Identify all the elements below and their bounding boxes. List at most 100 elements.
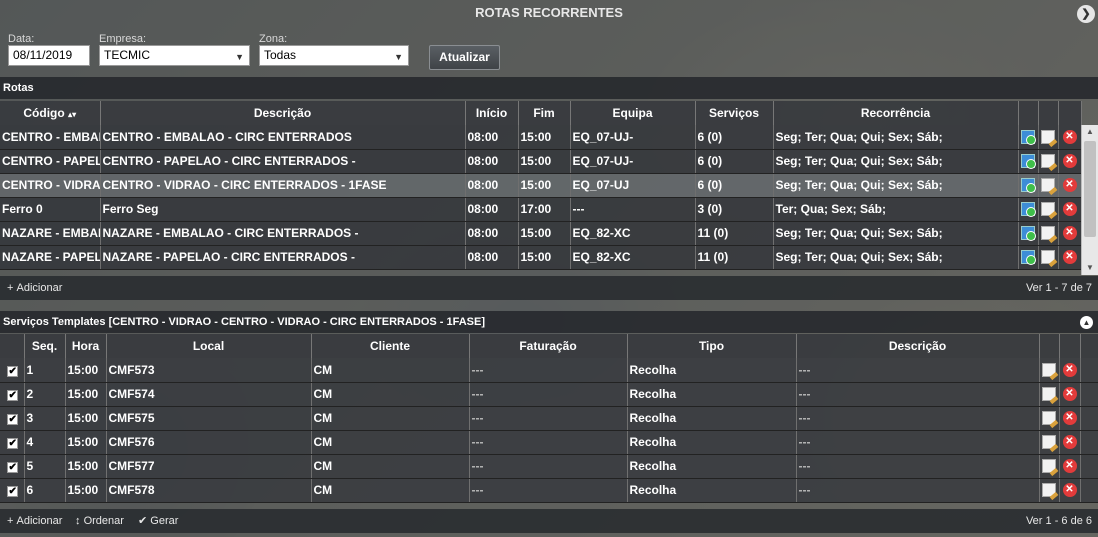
schedule-action[interactable] [1018,245,1039,270]
edit-icon[interactable] [1042,387,1056,402]
delete-icon[interactable]: ✕ [1062,226,1077,241]
edit-icon[interactable] [1041,154,1055,169]
row-checkbox[interactable]: ✔ [7,365,19,377]
row-checkbox-cell[interactable]: ✔ [0,430,25,455]
edit-action[interactable] [1038,149,1059,174]
edit-action[interactable] [1038,125,1059,150]
col-svc-description[interactable]: Descrição [796,334,1040,358]
schedule-action[interactable] [1018,173,1039,198]
edit-action[interactable] [1039,454,1060,479]
delete-icon[interactable]: ✕ [1062,483,1077,498]
row-checkbox[interactable]: ✔ [7,486,19,497]
delete-icon[interactable]: ✕ [1062,387,1077,402]
edit-action[interactable] [1039,358,1060,383]
edit-icon[interactable] [1042,459,1056,474]
edit-icon[interactable] [1042,363,1056,378]
table-row[interactable]: CENTRO - PAPELAO CENTRO - PAPELAO - CIRC… [0,149,1082,174]
delete-icon[interactable]: ✕ [1062,130,1077,145]
delete-action[interactable]: ✕ [1058,149,1082,174]
edit-action[interactable] [1038,197,1059,222]
row-checkbox-cell[interactable]: ✔ [0,406,25,431]
table-row[interactable]: Ferro 0 Ferro Seg 08:00 17:00 --- 3 (0) … [0,197,1082,222]
schedule-icon[interactable] [1021,226,1036,242]
scroll-down-icon[interactable]: ▼ [1082,261,1098,275]
delete-icon[interactable]: ✕ [1062,435,1077,450]
col-recurrence[interactable]: Recorrência [773,101,1019,125]
routes-add-button[interactable]: + Adicionar [7,276,62,300]
schedule-action[interactable] [1018,197,1039,222]
delete-action[interactable]: ✕ [1058,245,1082,270]
services-order-button[interactable]: ↕ Ordenar [75,509,124,533]
table-row[interactable]: ✔ 3 15:00 CMF575 CM --- Recolha --- ✕ [0,406,1098,431]
scroll-thumb[interactable] [1084,141,1096,237]
row-checkbox-cell[interactable]: ✔ [0,478,25,503]
row-checkbox-cell[interactable]: ✔ [0,454,25,479]
row-checkbox-cell[interactable]: ✔ [0,382,25,407]
edit-action[interactable] [1039,478,1060,503]
col-code[interactable]: Código ▴▾ [0,101,101,125]
delete-action[interactable]: ✕ [1058,173,1082,198]
collapse-services-icon[interactable]: ▲ [1080,316,1093,329]
edit-icon[interactable] [1041,178,1055,193]
edit-action[interactable] [1039,406,1060,431]
collapse-panel-icon[interactable]: ❯ [1077,5,1095,23]
col-seq[interactable]: Seq. [24,334,66,358]
schedule-action[interactable] [1018,125,1039,150]
table-row[interactable]: CENTRO - EMBALAO CENTRO - EMBALAO - CIRC… [0,125,1082,150]
table-row[interactable]: NAZARE - PAPELAO NAZARE - PAPELAO - CIRC… [0,245,1082,270]
company-select[interactable]: TECMIC [99,45,250,66]
zone-select[interactable]: Todas [259,45,409,66]
schedule-icon[interactable] [1021,178,1036,194]
col-local[interactable]: Local [106,334,312,358]
row-checkbox[interactable]: ✔ [7,390,19,401]
table-row[interactable]: NAZARE - EMBALAO NAZARE - EMBALAO - CIRC… [0,221,1082,246]
table-row[interactable]: ✔ 6 15:00 CMF578 CM --- Recolha --- ✕ [0,478,1098,503]
delete-action[interactable]: ✕ [1059,454,1081,479]
delete-action[interactable]: ✕ [1058,125,1082,150]
schedule-icon[interactable] [1021,202,1036,218]
row-checkbox-cell[interactable]: ✔ [0,358,25,383]
row-checkbox[interactable]: ✔ [7,414,19,425]
delete-icon[interactable]: ✕ [1062,459,1077,474]
col-billing[interactable]: Faturação [469,334,628,358]
delete-icon[interactable]: ✕ [1062,202,1077,217]
table-row[interactable]: ✔ 1 15:00 CMF573 CM --- Recolha --- ✕ [0,358,1098,383]
schedule-icon[interactable] [1021,130,1036,146]
delete-action[interactable]: ✕ [1059,358,1081,383]
routes-scrollbar[interactable]: ▲ ▼ [1081,125,1098,275]
delete-action[interactable]: ✕ [1059,406,1081,431]
delete-action[interactable]: ✕ [1058,197,1082,222]
edit-icon[interactable] [1042,483,1056,498]
table-row[interactable]: ✔ 2 15:00 CMF574 CM --- Recolha --- ✕ [0,382,1098,407]
schedule-action[interactable] [1018,221,1039,246]
edit-action[interactable] [1038,173,1059,198]
table-row[interactable]: ✔ 4 15:00 CMF576 CM --- Recolha --- ✕ [0,430,1098,455]
edit-icon[interactable] [1041,202,1055,217]
col-description[interactable]: Descrição [100,101,466,125]
date-input[interactable]: 08/11/2019 [8,45,90,66]
row-checkbox[interactable]: ✔ [7,438,19,449]
edit-icon[interactable] [1041,250,1055,265]
col-start[interactable]: Início [465,101,519,125]
delete-action[interactable]: ✕ [1058,221,1082,246]
delete-action[interactable]: ✕ [1059,382,1081,407]
services-generate-button[interactable]: ✔ Gerar [138,509,178,533]
edit-icon[interactable] [1042,435,1056,450]
schedule-action[interactable] [1018,149,1039,174]
edit-icon[interactable] [1042,411,1056,426]
schedule-icon[interactable] [1021,250,1036,266]
delete-icon[interactable]: ✕ [1062,154,1077,169]
col-end[interactable]: Fim [518,101,571,125]
delete-action[interactable]: ✕ [1059,478,1081,503]
col-services[interactable]: Serviços [695,101,774,125]
table-row[interactable]: ✔ 5 15:00 CMF577 CM --- Recolha --- ✕ [0,454,1098,479]
edit-action[interactable] [1039,430,1060,455]
edit-icon[interactable] [1041,130,1055,145]
delete-icon[interactable]: ✕ [1062,363,1077,378]
delete-action[interactable]: ✕ [1059,430,1081,455]
table-row-selected[interactable]: CENTRO - VIDRAO CENTRO - VIDRAO - CIRC E… [0,173,1082,198]
update-button[interactable]: Atualizar [429,45,500,70]
services-add-button[interactable]: + Adicionar [7,509,62,533]
col-type[interactable]: Tipo [627,334,797,358]
edit-icon[interactable] [1041,226,1055,241]
